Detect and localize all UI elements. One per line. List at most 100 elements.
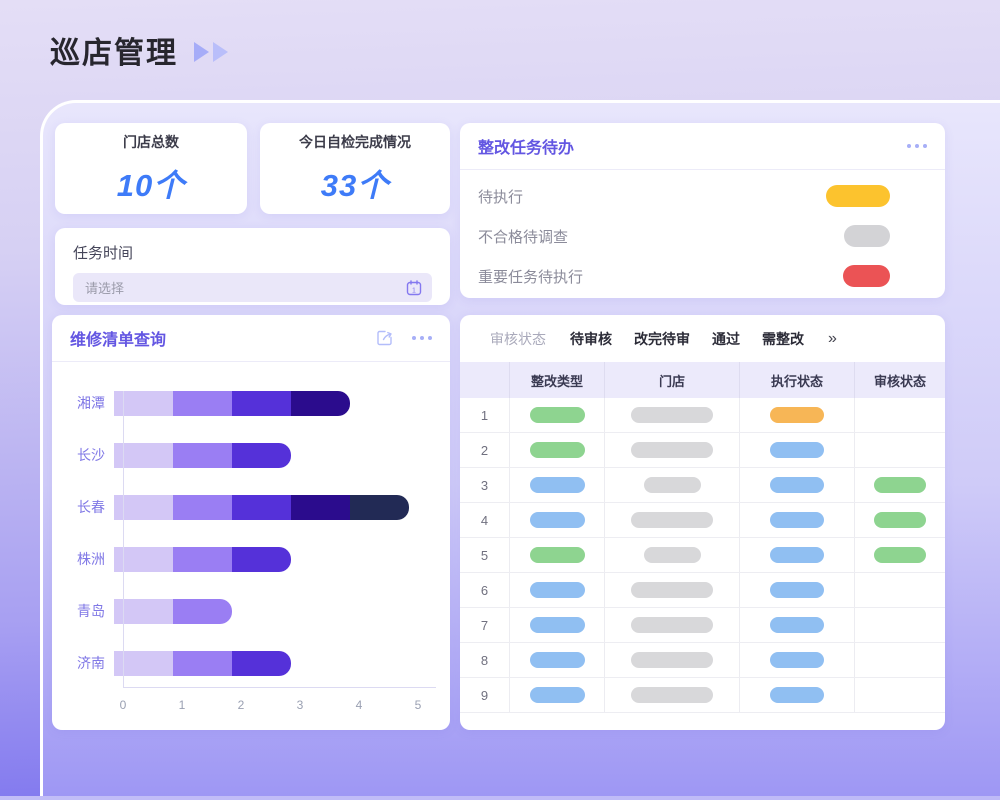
chart-bar-track [114,599,440,624]
bottom-edge [0,796,1000,800]
chart-bar-segment [173,443,232,468]
chart-bar-segment [173,651,232,676]
todo-item-label: 重要任务待执行 [478,266,583,287]
store-pill [631,582,713,598]
stat-label: 门店总数 [123,132,179,152]
table-cell [510,398,605,432]
table-row[interactable]: 8 [460,643,945,678]
row-number: 5 [481,548,488,563]
chart-bar-track [114,495,440,520]
table-cell [605,398,740,432]
page-header: 巡店管理 [50,28,228,72]
table-cell [605,573,740,607]
chart-category-label: 济南 [64,653,114,673]
more-ellipsis-icon[interactable] [412,336,432,340]
chart-category-label: 长春 [64,497,114,517]
todo-card-header: 整改任务待办 [460,123,945,170]
rectify-type-pill [530,582,585,598]
chart-bar-segment [291,495,350,520]
rectify-type-pill [530,512,585,528]
table-column-header [460,362,510,398]
table-row[interactable]: 7 [460,608,945,643]
chart-bar-segment [232,443,291,468]
filter-label: 审核状态 [490,329,546,349]
review-status-pill [874,477,926,493]
table-row[interactable]: 2 [460,433,945,468]
chart-bar-segment [173,495,232,520]
todo-item[interactable]: 待执行 [460,176,945,216]
todo-item-label: 不合格待调查 [478,226,568,247]
chart-bar-segment [173,547,232,572]
rectify-type-pill [530,477,585,493]
main-panel: 门店总数 10个 今日自检完成情况 33个 任务时间 请选择 1 维修清单查询 [40,100,1000,796]
table-row[interactable]: 1 [460,398,945,433]
table-cell [605,433,740,467]
stat-value: 33个 [321,160,389,205]
todo-card-title: 整改任务待办 [478,134,574,158]
stat-card-self-check: 今日自检完成情况 33个 [260,123,450,214]
rectify-type-pill [530,687,585,703]
tab-改完待审[interactable]: 改完待审 [634,329,690,349]
tab-通过[interactable]: 通过 [712,329,740,349]
table-row[interactable]: 5 [460,538,945,573]
table-row[interactable]: 4 [460,503,945,538]
exec-status-pill [770,617,824,633]
rectify-type-pill [530,652,585,668]
chart-bar-row: 湘潭 [64,377,440,429]
table-cell [740,608,855,642]
table-cell [510,503,605,537]
tab-待审核[interactable]: 待审核 [570,329,612,349]
repair-list-card: 维修清单查询 湘潭长沙长春株洲青岛济南 012345 [52,315,450,730]
chart-bar-row: 长春 [64,481,440,533]
row-number: 7 [481,618,488,633]
export-icon[interactable] [376,329,394,347]
table-cell: 6 [460,573,510,607]
tab-需整改[interactable]: 需整改 [762,329,804,349]
table-cell [510,573,605,607]
chart-x-axis-line [123,687,436,688]
table-cell [740,573,855,607]
rectify-type-pill [530,442,585,458]
table-cell: 8 [460,643,510,677]
todo-item[interactable]: 重要任务待执行 [460,256,945,296]
table-row[interactable]: 6 [460,573,945,608]
chart-bar-segment [350,495,409,520]
table-cell [510,643,605,677]
table-cell [740,503,855,537]
table-cell [605,608,740,642]
table-cell [605,678,740,712]
table-cell [740,398,855,432]
table-cell [605,468,740,502]
todo-item[interactable]: 不合格待调查 [460,216,945,256]
table-row[interactable]: 9 [460,678,945,713]
exec-status-pill [770,477,824,493]
todo-list: 待执行不合格待调查重要任务待执行 [460,170,945,296]
exec-status-pill [770,687,824,703]
tabs-more-chevron[interactable]: » [828,330,837,348]
todo-status-pill [843,265,890,287]
exec-status-pill [770,652,824,668]
chart-x-tick: 3 [297,698,304,712]
table-cell [855,503,945,537]
table-cell: 1 [460,398,510,432]
store-pill [631,442,713,458]
task-time-card: 任务时间 请选择 1 [55,228,450,305]
table-cell [510,433,605,467]
store-pill [631,687,713,703]
table-cell [740,468,855,502]
play-icon [194,42,209,62]
chart-category-label: 湘潭 [64,393,114,413]
table-cell [510,538,605,572]
chart-bar-segment [232,651,291,676]
store-pill [631,407,713,423]
table-row[interactable]: 3 [460,468,945,503]
table-cell: 4 [460,503,510,537]
chart-x-tick: 4 [356,698,363,712]
chart-x-tick: 5 [415,698,422,712]
chart-bar-row: 株洲 [64,533,440,585]
calendar-icon[interactable]: 1 [406,280,422,296]
todo-card: 整改任务待办 待执行不合格待调查重要任务待执行 [460,123,945,298]
table-cell [855,643,945,677]
task-time-input[interactable]: 请选择 1 [73,273,432,302]
more-ellipsis-icon[interactable] [907,144,927,148]
